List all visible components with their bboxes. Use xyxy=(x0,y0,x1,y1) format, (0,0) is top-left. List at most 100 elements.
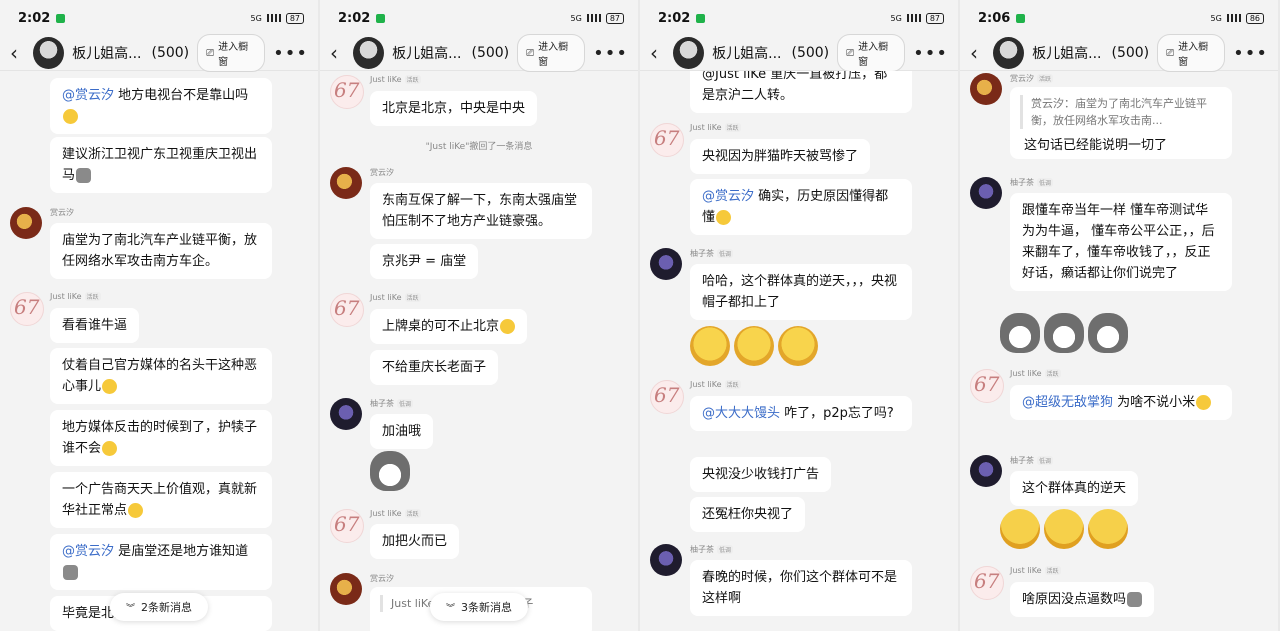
group-title[interactable]: 板儿姐高... xyxy=(712,43,781,63)
message-bubble[interactable]: 北京是北京，中央是中央 xyxy=(370,91,538,126)
avatar[interactable] xyxy=(330,509,364,543)
sender-name: Just liKe 活跃 xyxy=(1010,369,1061,378)
back-arrow-icon[interactable]: ‹ xyxy=(650,41,665,65)
back-arrow-icon[interactable]: ‹ xyxy=(970,41,985,65)
avatar[interactable] xyxy=(650,380,684,414)
dog-sticker[interactable] xyxy=(1044,313,1084,353)
dog-sticker[interactable] xyxy=(370,451,410,491)
avatar[interactable] xyxy=(650,123,684,157)
message-bubble[interactable]: 加油哦 xyxy=(370,414,434,449)
group-avatar[interactable] xyxy=(673,37,705,69)
message-bubble[interactable]: @超级无敌掌狗 为啥不说小米 xyxy=(1010,385,1232,420)
new-messages-button[interactable]: ︾ 3条新消息 xyxy=(429,593,529,621)
group-title[interactable]: 板儿姐高... xyxy=(392,43,461,63)
message-bubble[interactable]: @赏云汐 是庙堂还是地方谁知道 xyxy=(50,534,272,590)
chat-message-list[interactable]: @Just liKe 重庆一直被打压，都是京沪二人转。 Just liKe活跃 … xyxy=(640,71,958,631)
chat-header: ‹ 板儿姐高... (500) ⎚ 进入橱窗 ••• xyxy=(0,34,318,72)
signal-icon xyxy=(266,14,281,22)
message-bubble[interactable]: 春晚的时候，你们这个群体可不是这样啊 xyxy=(690,560,912,616)
message-bubble[interactable]: 上牌桌的可不止北京 xyxy=(370,309,528,344)
mention[interactable]: @赏云汐 xyxy=(702,189,754,204)
message-bubble[interactable]: @Just liKe 重庆一直被打压，都是京沪二人转。 xyxy=(690,71,912,113)
mention[interactable]: @赏云汐 xyxy=(62,88,114,103)
avatar[interactable] xyxy=(970,177,1002,209)
message-bubble[interactable]: 仗着自己官方媒体的名头干这种恶心事儿 xyxy=(50,348,272,404)
avatar[interactable] xyxy=(650,544,682,576)
avatar[interactable] xyxy=(10,207,42,239)
more-options-icon[interactable]: ••• xyxy=(593,43,628,64)
message-text: 北京是北京，中央是中央 xyxy=(382,101,526,116)
crying-laugh-sticker[interactable] xyxy=(778,326,818,366)
avatar[interactable] xyxy=(970,369,1004,403)
more-options-icon[interactable]: ••• xyxy=(913,43,948,64)
message-bubble[interactable]: 啥原因没点逼数吗 xyxy=(1010,582,1155,617)
group-title[interactable]: 板儿姐高... xyxy=(1032,43,1101,63)
mention[interactable]: @赏云汐 xyxy=(62,544,114,559)
enter-showcase-button[interactable]: ⎚ 进入橱窗 xyxy=(517,34,586,72)
wechat-notification-icon xyxy=(376,13,386,23)
message-bubble[interactable]: @赏云汐 地方电视台不是靠山吗 xyxy=(50,78,272,134)
rofl-emoji-icon xyxy=(102,441,118,456)
message-bubble[interactable]: 不给重庆长老面子 xyxy=(370,350,499,385)
back-arrow-icon[interactable]: ‹ xyxy=(10,41,25,65)
group-title[interactable]: 板儿姐高... xyxy=(72,43,141,63)
avatar[interactable] xyxy=(650,248,682,280)
pleading-face-sticker[interactable] xyxy=(1000,509,1040,549)
new-messages-button[interactable]: ︾ 2条新消息 xyxy=(109,593,209,621)
avatar[interactable] xyxy=(330,293,364,327)
message-bubble[interactable]: @大大大馒头 咋了，p2p忘了吗? xyxy=(690,396,912,431)
mention[interactable]: @大大大馒头 xyxy=(702,406,780,421)
dog-sticker[interactable] xyxy=(1000,313,1040,353)
message-bubble[interactable]: 庙堂为了南北汽车产业链平衡，放任网络水军攻击南方车企。 xyxy=(50,223,272,279)
message-bubble[interactable]: 加把火而已 xyxy=(370,524,460,559)
message-text: 央视没少收钱打广告 xyxy=(702,467,820,482)
more-options-icon[interactable]: ••• xyxy=(273,43,308,64)
message-bubble[interactable]: 看看谁牛逼 xyxy=(50,308,140,343)
more-options-icon[interactable]: ••• xyxy=(1233,43,1268,64)
avatar[interactable] xyxy=(330,573,362,605)
message-bubble[interactable]: 还冤枉你央视了 xyxy=(690,497,806,532)
message-bubble[interactable]: 建议浙江卫视广东卫视重庆卫视出马 xyxy=(50,137,272,193)
enter-showcase-button[interactable]: ⎚ 进入橱窗 xyxy=(837,34,906,72)
crying-laugh-sticker[interactable] xyxy=(734,326,774,366)
back-arrow-icon[interactable]: ‹ xyxy=(330,41,345,65)
avatar[interactable] xyxy=(330,167,362,199)
message-bubble[interactable]: 央视没少收钱打广告 xyxy=(690,457,832,492)
low-key-tag: 低调 xyxy=(717,249,734,258)
message-bubble[interactable]: 这个群体真的逆天 xyxy=(1010,471,1139,506)
message-bubble[interactable]: 央视因为胖猫昨天被骂惨了 xyxy=(690,139,871,174)
message-text: 是庙堂还是地方谁知道 xyxy=(114,544,249,559)
chat-message-list[interactable]: @赏云汐 地方电视台不是靠山吗 建议浙江卫视广东卫视重庆卫视出马 赏云汐 庙堂为… xyxy=(0,71,318,631)
message-bubble[interactable]: 哈哈，这个群体真的逆天，，，央视帽子都扣上了 xyxy=(690,264,912,320)
dog-sticker[interactable] xyxy=(1088,313,1128,353)
status-time: 2:02 xyxy=(18,10,51,26)
quoted-reply[interactable]: 赏云汐：庙堂为了南北汽车产业链平衡，放任网络水军攻击南... 这句话已经能说明一… xyxy=(1010,87,1232,159)
chat-message-list[interactable]: Just liKe活跃 北京是北京，中央是中央 "Just liKe"撤回了一条… xyxy=(320,71,638,631)
avatar[interactable] xyxy=(330,398,362,430)
mention[interactable]: @超级无敌掌狗 xyxy=(1022,395,1113,410)
status-bar: 2:06 5G 86 xyxy=(960,0,1278,36)
avatar[interactable] xyxy=(10,292,44,326)
chat-panel-3: 2:02 5G 87 ‹ 板儿姐高... (500) ⎚ 进入橱窗 ••• @Jus… xyxy=(640,0,958,631)
pleading-face-sticker[interactable] xyxy=(1088,509,1128,549)
chat-message-list[interactable]: 赏云汐 活跃 赏云汐：庙堂为了南北汽车产业链平衡，放任网络水军攻击南... 这句话… xyxy=(960,71,1278,631)
wechat-notification-icon xyxy=(56,13,66,23)
message-bubble[interactable]: @赏云汐 确实，历史原因懂得都懂 xyxy=(690,179,912,235)
group-avatar[interactable] xyxy=(33,37,65,69)
group-avatar[interactable] xyxy=(993,37,1025,69)
group-avatar[interactable] xyxy=(353,37,385,69)
avatar[interactable] xyxy=(970,455,1002,487)
message-bubble[interactable]: 东南互保了解一下，东南太强庙堂怕压制不了地方产业链豪强。 xyxy=(370,183,592,239)
avatar[interactable] xyxy=(330,75,364,109)
avatar[interactable] xyxy=(970,566,1004,600)
message-bubble[interactable]: 地方媒体反击的时候到了，护犊子谁不会 xyxy=(50,410,272,466)
avatar[interactable] xyxy=(970,73,1002,105)
message-text: 东南互保了解一下，东南太强庙堂怕压制不了地方产业链豪强。 xyxy=(382,193,578,229)
message-bubble[interactable]: 跟懂车帝当年一样 懂车帝测试华为为牛逼， 懂车帝公平公正，，后来翻车了，懂车帝收… xyxy=(1010,193,1232,291)
pleading-face-sticker[interactable] xyxy=(1044,509,1084,549)
message-bubble[interactable]: 一个广告商天天上价值观，真就新华社正常点 xyxy=(50,472,272,528)
enter-showcase-button[interactable]: ⎚ 进入橱窗 xyxy=(1157,34,1226,72)
enter-showcase-button[interactable]: ⎚ 进入橱窗 xyxy=(197,34,266,72)
message-bubble[interactable]: 京兆尹 = 庙堂 xyxy=(370,244,479,279)
crying-laugh-sticker[interactable] xyxy=(690,326,730,366)
